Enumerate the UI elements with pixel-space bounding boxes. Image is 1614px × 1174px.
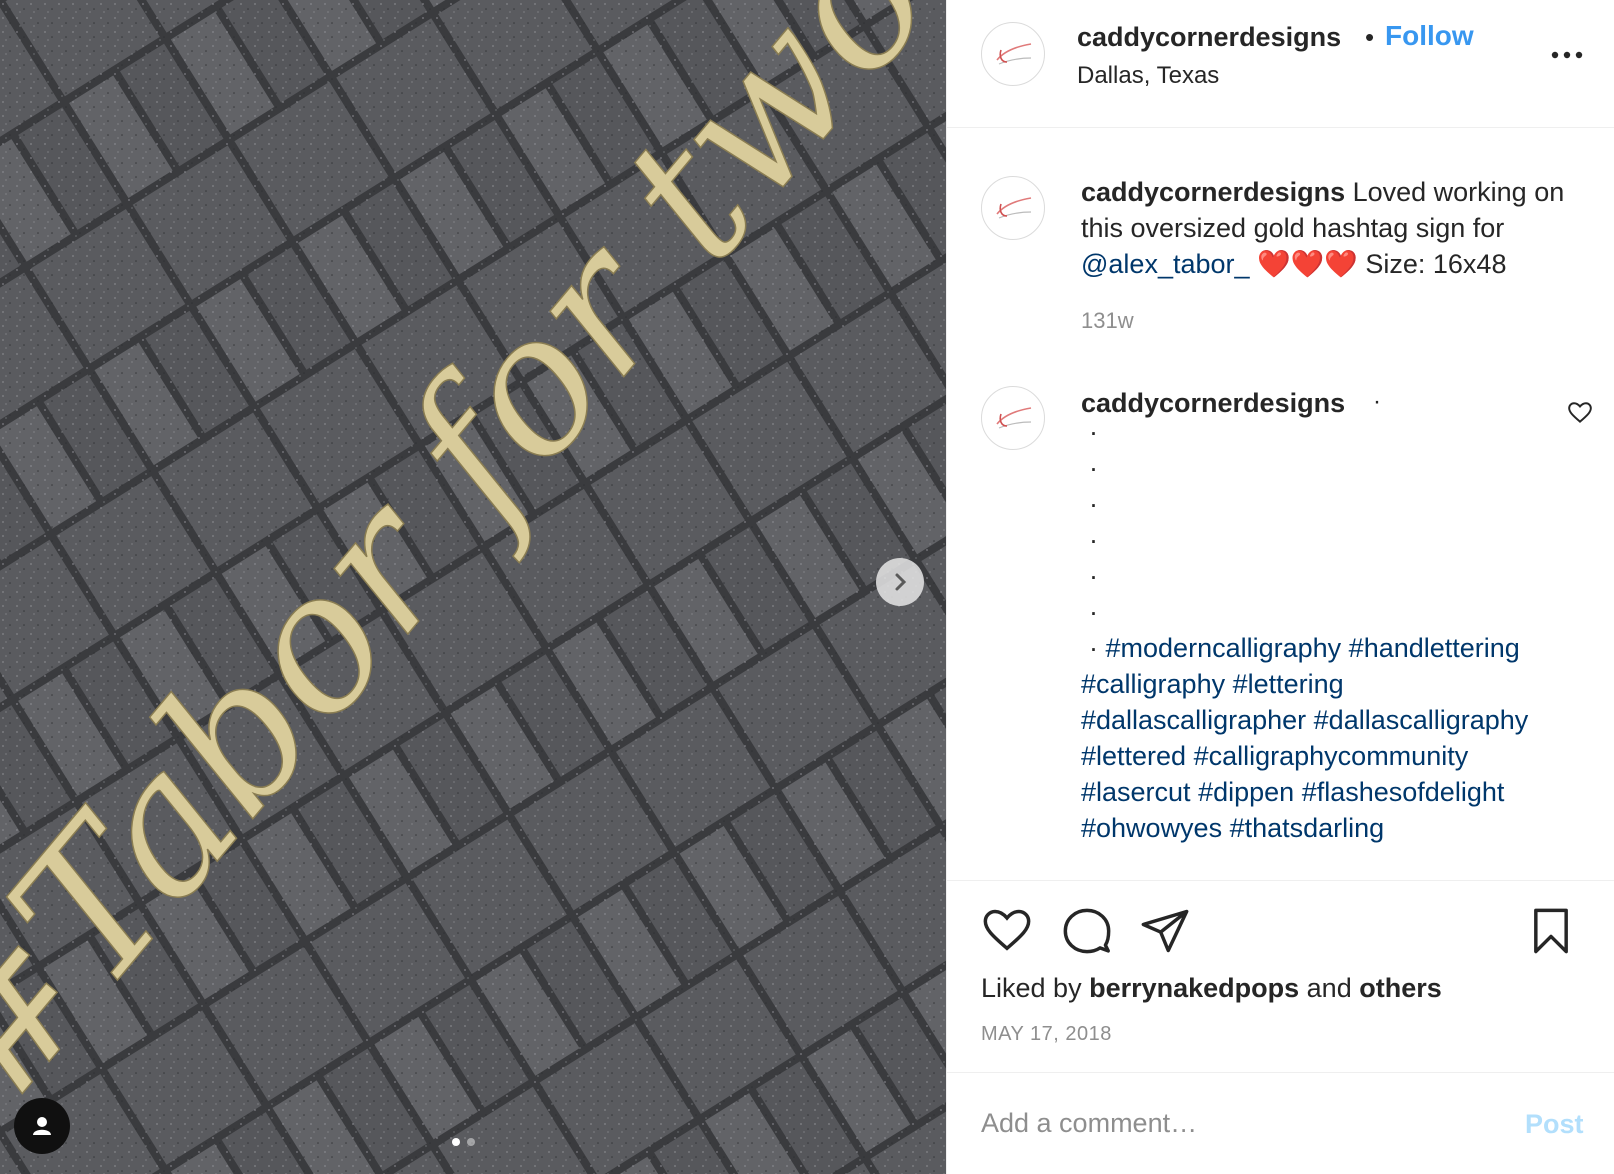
liked-others-link[interactable]: others xyxy=(1359,973,1442,1003)
hashtag-link[interactable]: #lasercut xyxy=(1081,777,1191,807)
likes-summary: Liked by berrynakedpops and others xyxy=(981,973,1442,1004)
carousel-indicator xyxy=(452,1138,475,1146)
more-horizontal-icon xyxy=(1551,51,1583,59)
hashtag-link[interactable]: #lettered xyxy=(1081,741,1186,771)
post-comment-button[interactable]: Post xyxy=(1525,1109,1584,1140)
heart-outline-icon xyxy=(983,909,1031,951)
comments-scroll-area[interactable]: caddycornerdesigns Loved working on this… xyxy=(947,128,1614,880)
liked-mid: and xyxy=(1299,973,1360,1003)
header-username[interactable]: caddycornerdesigns xyxy=(1077,22,1341,53)
hashtag-link[interactable]: #handlettering xyxy=(1349,633,1520,663)
more-options-button[interactable] xyxy=(1547,40,1587,70)
caption-size: Size: 16x48 xyxy=(1365,249,1507,279)
comment-button[interactable] xyxy=(1061,905,1113,957)
post-actions: Liked by berrynakedpops and others MAY 1… xyxy=(947,880,1614,1072)
bullet-line: · xyxy=(1089,489,1098,519)
post-header: caddycornerdesigns • Follow Dallas, Texa… xyxy=(947,0,1614,128)
carousel-dot-active xyxy=(452,1138,460,1146)
next-photo-button[interactable] xyxy=(876,558,924,606)
chevron-right-icon xyxy=(895,573,907,591)
brick-pavement-image: #Tabor for two xyxy=(0,0,946,1174)
bullet-line: · xyxy=(1089,525,1098,555)
hashtag-link[interactable]: #ohwowyes xyxy=(1081,813,1222,843)
hashtag-link[interactable]: #thatsdarling xyxy=(1230,813,1385,843)
heart-emojis: ❤️❤️❤️ xyxy=(1249,249,1366,279)
bullet-line: · xyxy=(1089,561,1098,591)
liked-user-link[interactable]: berrynakedpops xyxy=(1089,973,1299,1003)
brand-logo-icon xyxy=(996,43,1032,65)
comment-separator: · xyxy=(1373,388,1381,415)
caption-text: caddycornerdesigns Loved working on this… xyxy=(1081,174,1601,282)
share-button[interactable] xyxy=(1139,905,1191,957)
bookmark-icon xyxy=(1534,908,1568,954)
hashtag-link[interactable]: #flashesofdelight xyxy=(1302,777,1505,807)
header-separator: • xyxy=(1365,22,1375,52)
follow-button[interactable]: Follow xyxy=(1385,20,1474,52)
tagged-users-button[interactable] xyxy=(14,1098,70,1154)
heart-outline-icon xyxy=(1568,402,1592,423)
carousel-dot xyxy=(467,1138,475,1146)
hashtag-link[interactable]: #lettering xyxy=(1233,669,1344,699)
post-date[interactable]: MAY 17, 2018 xyxy=(981,1023,1112,1046)
post-details-panel: caddycornerdesigns • Follow Dallas, Texa… xyxy=(946,0,1614,1174)
comment-like-button[interactable] xyxy=(1567,400,1593,426)
hashtag-link[interactable]: #dippen xyxy=(1198,777,1294,807)
like-button[interactable] xyxy=(981,905,1033,957)
comment-input[interactable] xyxy=(981,1101,1481,1145)
caption-username[interactable]: caddycornerdesigns xyxy=(1081,177,1345,207)
location-link[interactable]: Dallas, Texas xyxy=(1077,62,1219,90)
bullet-line: · xyxy=(1089,417,1098,447)
brand-logo-icon xyxy=(996,407,1032,429)
comment-text: · · · · · · · #moderncalligraphy #handle… xyxy=(1081,414,1551,846)
post-photo[interactable]: #Tabor for two xyxy=(0,0,946,1174)
liked-prefix: Liked by xyxy=(981,973,1090,1003)
bullet-line: · xyxy=(1089,453,1098,483)
hashtag-link[interactable]: #calligraphy xyxy=(1081,669,1225,699)
caption-timestamp[interactable]: 131w xyxy=(1081,308,1134,334)
brand-logo-icon xyxy=(996,197,1032,219)
bullet-line: · xyxy=(1089,597,1098,627)
hashtag-link[interactable]: #moderncalligraphy xyxy=(1106,633,1342,663)
mention-link[interactable]: @alex_tabor_ xyxy=(1081,249,1250,279)
save-button[interactable] xyxy=(1525,905,1577,957)
comment-bubble-icon xyxy=(1063,908,1111,954)
hashtag-link[interactable]: #dallascalligrapher xyxy=(1081,705,1306,735)
bullet-line: · xyxy=(1089,633,1098,663)
add-comment-bar: Post xyxy=(947,1072,1614,1174)
avatar[interactable] xyxy=(981,22,1045,86)
user-icon xyxy=(33,1117,51,1135)
paper-plane-icon xyxy=(1141,909,1189,953)
avatar[interactable] xyxy=(981,386,1045,450)
avatar[interactable] xyxy=(981,176,1045,240)
hashtag-link[interactable]: #dallascalligraphy xyxy=(1314,705,1529,735)
hashtag-link[interactable]: #calligraphycommunity xyxy=(1194,741,1469,771)
